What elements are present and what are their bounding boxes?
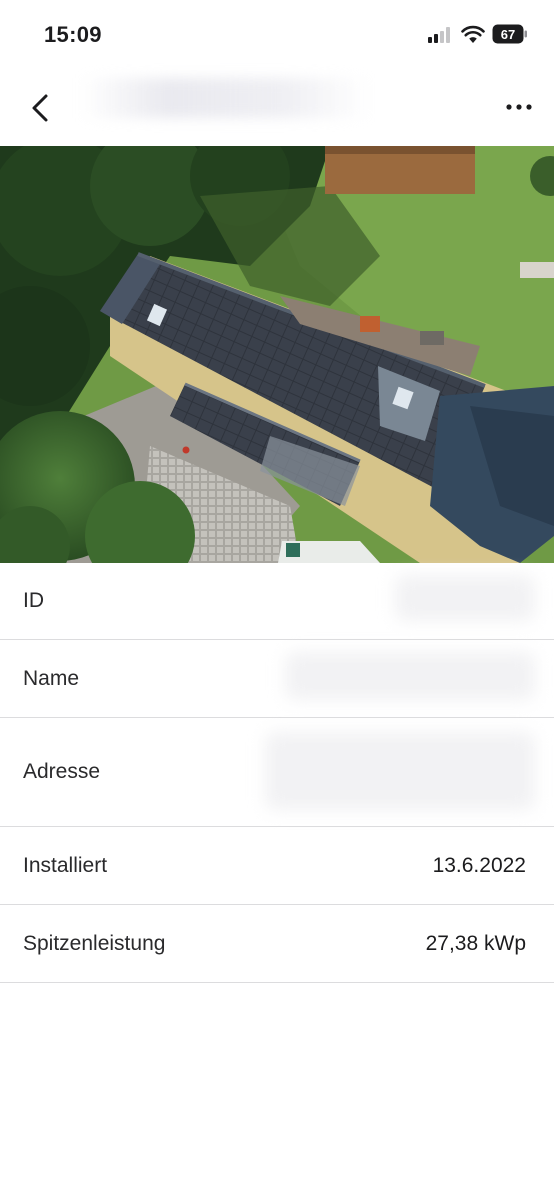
- navigation-bar: [0, 70, 554, 146]
- ellipsis-icon: [506, 104, 532, 110]
- detail-row-id: ID: [0, 563, 554, 640]
- battery-icon: 67: [492, 24, 527, 44]
- detail-row-name: Name: [0, 640, 554, 718]
- peak-power-label: Spitzenleistung: [23, 932, 166, 955]
- peak-power-value: 27,38 kWp: [425, 932, 526, 955]
- address-value-redacted: [265, 732, 535, 810]
- chevron-left-icon: [32, 94, 48, 122]
- installed-label: Installiert: [23, 854, 108, 877]
- address-label: Adresse: [23, 760, 101, 783]
- status-bar: 15:09 67: [0, 0, 554, 70]
- wifi-icon: [461, 25, 485, 43]
- cellular-signal-icon: [428, 27, 454, 43]
- more-options-button[interactable]: [503, 94, 535, 120]
- back-button[interactable]: [24, 88, 56, 128]
- installed-value: 13.6.2022: [432, 854, 526, 877]
- nav-title-redacted: [80, 78, 370, 118]
- status-time: 15:09: [44, 22, 102, 47]
- name-label: Name: [23, 667, 80, 690]
- detail-row-peak-power: Spitzenleistung 27,38 kWp: [0, 905, 554, 983]
- installation-photo: [0, 146, 554, 563]
- installation-details: ID Name Adresse Installiert 13.6.2022 Sp…: [0, 563, 554, 983]
- id-value-redacted: [395, 575, 535, 621]
- id-label: ID: [23, 589, 44, 612]
- name-value-redacted: [285, 652, 535, 700]
- battery-level: 67: [501, 27, 515, 42]
- detail-row-address: Adresse: [0, 718, 554, 827]
- detail-row-installed: Installiert 13.6.2022: [0, 827, 554, 905]
